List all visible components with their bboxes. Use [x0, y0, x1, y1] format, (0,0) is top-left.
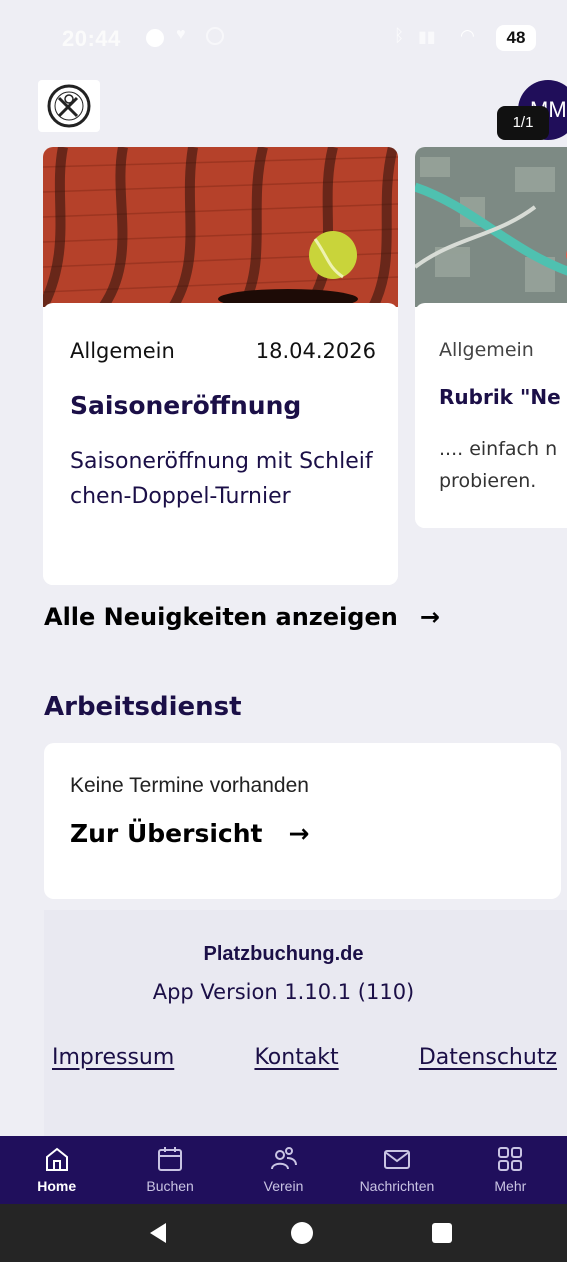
- contact-link[interactable]: Kontakt: [254, 1045, 338, 1070]
- back-button[interactable]: [128, 1204, 188, 1262]
- home-icon: [45, 1147, 68, 1171]
- nav-item-more[interactable]: Mehr: [454, 1136, 567, 1204]
- nav-label: Nachrichten: [359, 1178, 435, 1194]
- no-appointments-text: Keine Termine vorhanden: [70, 774, 309, 797]
- bluetooth-icon: ᛒ: [394, 26, 405, 45]
- people-icon: [270, 1147, 297, 1170]
- news-card[interactable]: Allgemein 18.04.2026 Saisoneröffnung Sai…: [43, 147, 398, 585]
- heart-icon: ♥: [176, 26, 186, 43]
- news-title: Saisoneröffnung: [70, 391, 302, 420]
- notification-icon: [206, 27, 224, 45]
- nav-label: Mehr: [494, 1178, 527, 1194]
- section-title-work-duty: Arbeitsdienst: [44, 692, 242, 722]
- nav-label: Buchen: [146, 1178, 194, 1194]
- home-circle-icon: [291, 1222, 313, 1244]
- system-navigation-bar: [0, 1204, 567, 1262]
- carousel-pager: 1/1: [497, 106, 549, 140]
- news-category: Allgemein: [70, 339, 175, 363]
- arrow-right-icon: →: [288, 819, 310, 848]
- mail-icon: [383, 1150, 410, 1169]
- map-image: [415, 147, 567, 307]
- nav-item-messages[interactable]: Nachrichten: [340, 1136, 453, 1204]
- tennis-ball-image: [43, 147, 398, 307]
- overview-link[interactable]: Zur Übersicht →: [70, 819, 309, 848]
- nav-item-book[interactable]: Buchen: [113, 1136, 226, 1204]
- notification-dot-icon: [146, 29, 164, 47]
- club-logo[interactable]: [38, 80, 100, 132]
- grid-icon: [498, 1147, 523, 1171]
- news-card-body: Allgemein 18.04.2026 Saisoneröffnung Sai…: [43, 303, 398, 585]
- all-news-link[interactable]: Alle Neuigkeiten anzeigen →: [44, 603, 440, 631]
- nav-item-home[interactable]: Home: [0, 1136, 113, 1204]
- all-news-label: Alle Neuigkeiten anzeigen: [44, 603, 398, 631]
- news-title: Rubrik "Ne: [439, 385, 561, 409]
- club-logo-icon: [47, 84, 91, 128]
- overview-label: Zur Übersicht: [70, 819, 263, 848]
- signal-icon: ▮▮: [418, 29, 436, 46]
- news-card-body: Allgemein Rubrik "Ne .... einfach n prob…: [415, 303, 567, 528]
- news-date: 18.04.2026: [255, 339, 376, 363]
- footer-links: Impressum Kontakt Datenschutz: [52, 1045, 557, 1070]
- nav-item-club[interactable]: Verein: [227, 1136, 340, 1204]
- nav-label: Home: [37, 1178, 77, 1194]
- news-category: Allgemein: [439, 339, 534, 361]
- recent-apps-button[interactable]: [412, 1204, 472, 1262]
- wifi-icon: ◠: [460, 26, 475, 45]
- news-card[interactable]: Allgemein Rubrik "Ne .... einfach n prob…: [415, 147, 567, 528]
- status-bar: 20:44 ♥ ᛒ ▮▮ ◠ 48: [0, 0, 567, 72]
- impressum-link[interactable]: Impressum: [52, 1045, 174, 1070]
- arrow-right-icon: →: [419, 603, 440, 631]
- back-icon: [150, 1223, 166, 1243]
- calendar-icon: [158, 1147, 183, 1171]
- status-time: 20:44: [62, 26, 121, 51]
- news-text: Saisoneröffnung mit Schleifchen-Doppel-T…: [70, 449, 373, 509]
- footer-brand: Platzbuchung.de: [203, 943, 364, 965]
- home-button[interactable]: [272, 1204, 332, 1262]
- recent-apps-icon: [432, 1223, 452, 1243]
- work-duty-card: Keine Termine vorhanden Zur Übersicht →: [44, 743, 561, 899]
- nav-label: Verein: [263, 1178, 304, 1194]
- privacy-link[interactable]: Datenschutz: [419, 1045, 557, 1070]
- app-version: App Version 1.10.1 (110): [152, 980, 415, 1004]
- battery-level: 48: [496, 25, 536, 51]
- news-text: .... einfach n probieren.: [439, 438, 558, 492]
- bottom-navigation: Home Buchen Verein Nachrichten Mehr: [0, 1136, 567, 1204]
